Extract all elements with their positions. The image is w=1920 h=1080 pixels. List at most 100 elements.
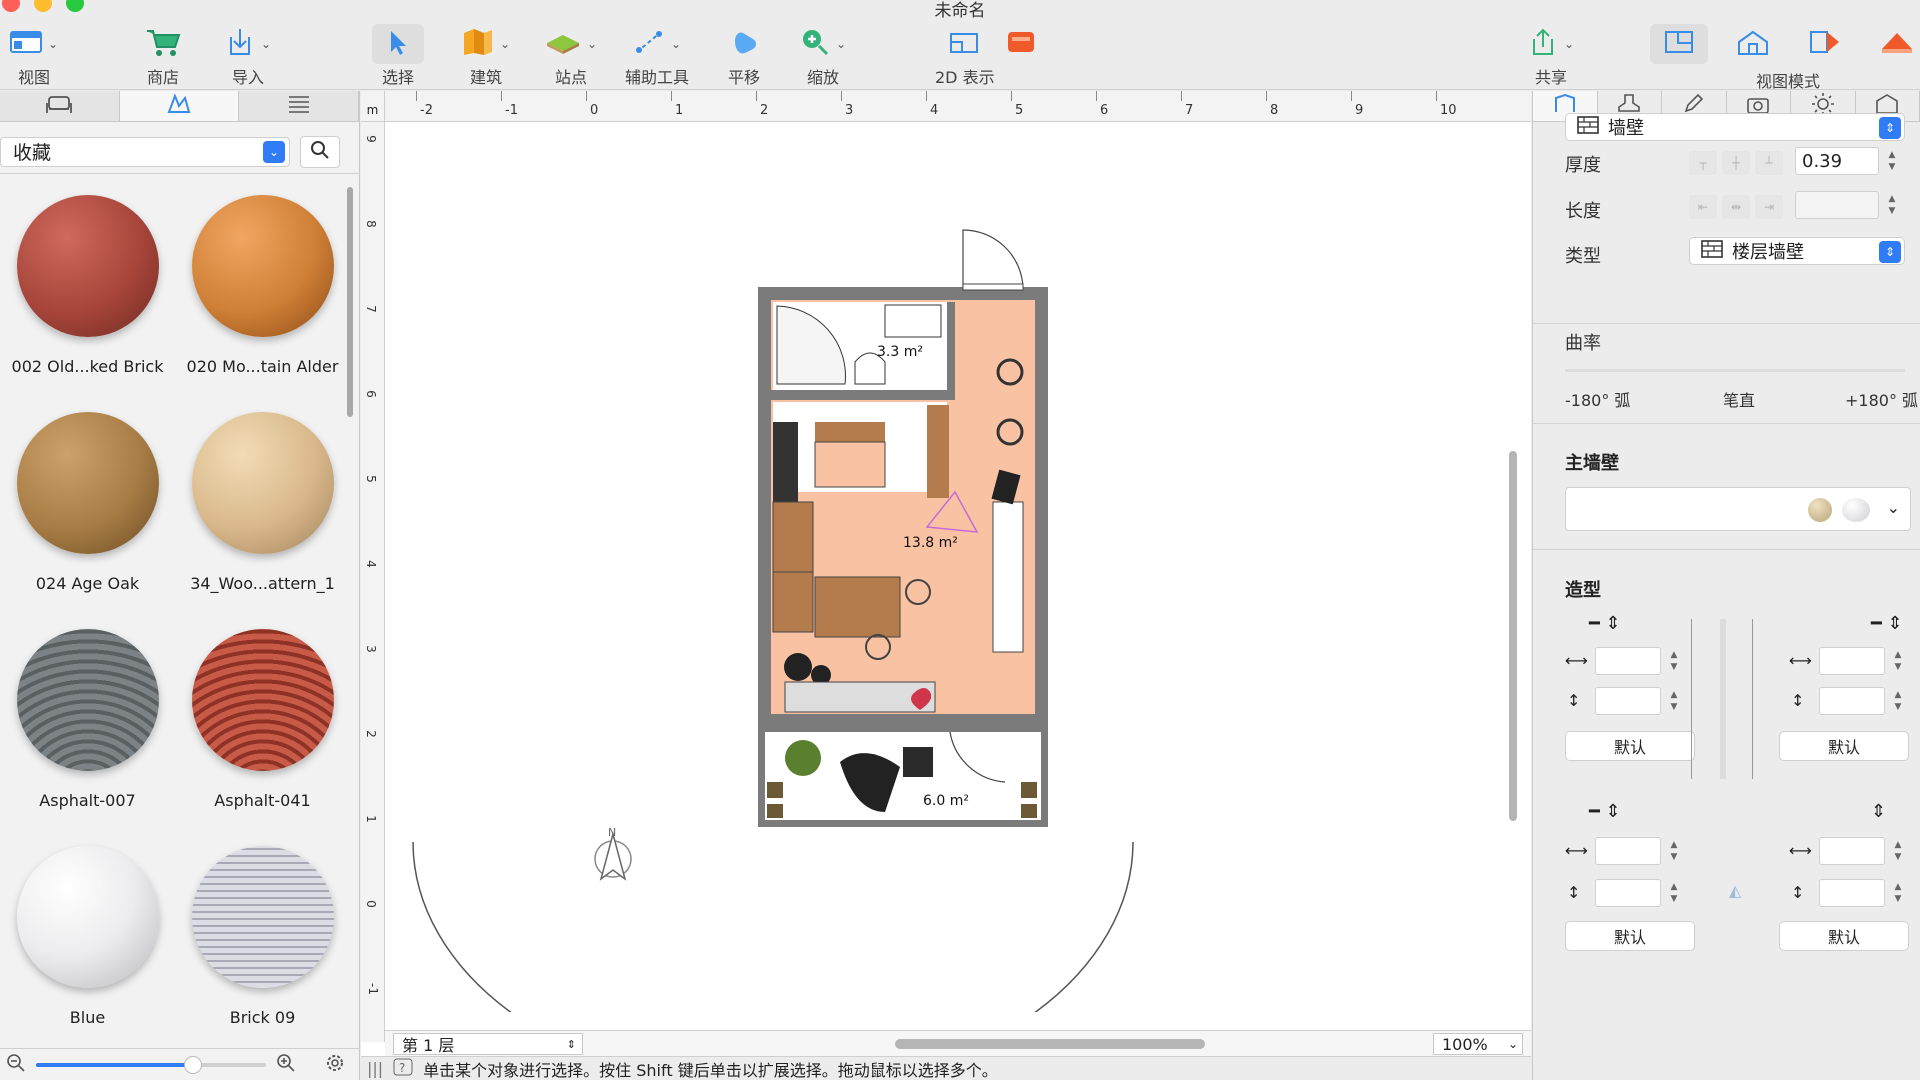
view-mode-split-button[interactable]: [1808, 24, 1842, 64]
profile-width-input[interactable]: [1819, 837, 1885, 865]
zoom-select[interactable]: 100% ⌄: [1433, 1033, 1523, 1055]
wall-bath: [771, 390, 953, 400]
profile-height-input[interactable]: [1595, 879, 1661, 907]
material-swatch: [16, 846, 159, 988]
profile-width-input[interactable]: [1595, 647, 1661, 675]
hand-icon: [729, 27, 759, 61]
material-item[interactable]: 024 Age Oak: [0, 400, 175, 617]
profile-width-stepper[interactable]: ▲ ▼: [1667, 836, 1681, 866]
desk: [814, 576, 901, 638]
profile-right-bottom-select[interactable]: ⇕: [1871, 801, 1886, 822]
material-name: 024 Age Oak: [35, 574, 140, 593]
default-button[interactable]: 默认: [1565, 921, 1695, 951]
profile-left-bottom-select[interactable]: ━ ⇕: [1589, 801, 1621, 822]
floor-plan[interactable]: 3.3 m² 13.8 m² 6.0 m² N: [385, 122, 1515, 1012]
tab-furniture[interactable]: [0, 91, 120, 121]
library-category-select[interactable]: 收藏 ⌄: [0, 136, 290, 167]
thickness-input[interactable]: 0.39: [1795, 147, 1879, 175]
material-item[interactable]: 34_Woo...attern_1: [175, 400, 350, 617]
align-top-button[interactable]: ┬: [1689, 151, 1717, 175]
store-button[interactable]: 商店: [145, 24, 181, 88]
select-tool-button[interactable]: 选择: [372, 24, 424, 88]
length-left-button[interactable]: ⇤: [1689, 195, 1717, 219]
plan-canvas[interactable]: m -2 -1 0 1 2 3 4 5 6 7 8 9 10 9 8 7 6 5 4 3 2 1 0 -1: [361, 91, 1531, 1080]
ruler-tick: [1266, 91, 1267, 101]
profile-right-top-select[interactable]: ━ ⇕: [1871, 613, 1903, 634]
canvas-horizontal-scrollbar[interactable]: [895, 1039, 1205, 1049]
view-label: 视图: [18, 68, 51, 87]
view-button[interactable]: ⌄ 视图: [10, 24, 58, 88]
tab-list[interactable]: [239, 91, 360, 121]
site-tool-button[interactable]: ⌄ 站点: [545, 24, 597, 88]
wall-type-select[interactable]: 楼层墙壁 ⇕: [1689, 237, 1905, 265]
library-scrollbar[interactable]: [347, 187, 353, 417]
chevron-updown-icon: ⇕: [1879, 241, 1901, 263]
floor-select[interactable]: 第 1 层 ⇕: [393, 1033, 583, 1055]
default-button[interactable]: 默认: [1779, 921, 1909, 951]
length-stepper[interactable]: ▲ ▼: [1885, 190, 1899, 220]
share-button[interactable]: ⌄ 共享: [1528, 24, 1574, 88]
material-swatch: [16, 629, 159, 771]
thumbnail-size-slider[interactable]: [36, 1055, 266, 1074]
panel-toggle-icon[interactable]: |||: [367, 1059, 383, 1078]
profile-height-stepper[interactable]: ▲ ▼: [1891, 686, 1905, 716]
2d-view-button[interactable]: 2D 表示: [935, 24, 995, 88]
material-item[interactable]: Asphalt-041: [175, 617, 350, 834]
material-item[interactable]: 020 Mo...tain Alder: [175, 183, 350, 400]
profile-height-input[interactable]: [1819, 879, 1885, 907]
zoom-in-icon[interactable]: [276, 1053, 296, 1077]
curvature-slider[interactable]: [1565, 369, 1905, 372]
tab-materials[interactable]: [119, 91, 240, 121]
align-bottom-button[interactable]: ┴: [1755, 151, 1783, 175]
profile-width-stepper[interactable]: ▲ ▼: [1891, 836, 1905, 866]
main-wall-material-select[interactable]: ⌄: [1565, 487, 1911, 531]
profile-width-stepper[interactable]: ▲ ▼: [1891, 646, 1905, 676]
ruler-tick-label: 8: [1270, 103, 1279, 118]
view-mode-floorplan-button[interactable]: [1650, 24, 1708, 64]
height-icon: ↕: [1791, 691, 1805, 710]
build-tool-button[interactable]: ⌄ 建筑: [462, 24, 510, 88]
profile-width-input[interactable]: [1819, 647, 1885, 675]
object-type-select[interactable]: 墙壁 ⇕: [1565, 113, 1905, 141]
profile-height-stepper[interactable]: ▲ ▼: [1891, 878, 1905, 908]
helper-tool-button[interactable]: ⌄ 辅助工具: [625, 24, 689, 88]
length-right-button[interactable]: ⇥: [1755, 195, 1783, 219]
length-input[interactable]: [1795, 191, 1879, 219]
ruler-tick-label: 0: [363, 900, 378, 908]
align-center-button[interactable]: ┼: [1722, 151, 1750, 175]
help-icon[interactable]: ?: [393, 1058, 413, 1080]
default-button[interactable]: 默认: [1565, 731, 1695, 761]
profile-height-stepper[interactable]: ▲ ▼: [1667, 878, 1681, 908]
guides-icon: [633, 28, 665, 60]
profile-height-input[interactable]: [1595, 687, 1661, 715]
profile-width-input[interactable]: [1595, 837, 1661, 865]
gear-icon[interactable]: [324, 1052, 346, 1078]
pan-tool-button[interactable]: 平移: [728, 24, 760, 88]
default-button[interactable]: 默认: [1779, 731, 1909, 761]
profile-height-input[interactable]: [1819, 687, 1885, 715]
import-button[interactable]: ⌄ 导入: [225, 24, 271, 88]
length-both-button[interactable]: ⇹: [1722, 195, 1750, 219]
house-3d-icon: [1736, 28, 1770, 60]
furniture-icon: [45, 93, 73, 119]
view-mode-roof-button[interactable]: [1880, 24, 1914, 64]
material-swatch: [1842, 498, 1870, 522]
material-item[interactable]: Blue: [0, 834, 175, 1051]
profile-height-stepper[interactable]: ▲ ▼: [1667, 686, 1681, 716]
profile-width-stepper[interactable]: ▲ ▼: [1667, 646, 1681, 676]
view-mode-3d-button[interactable]: 视图模式: [1736, 24, 1820, 91]
search-button[interactable]: [300, 135, 340, 168]
ruler-tick-label: -2: [420, 103, 433, 118]
room-bath-area: 3.3 m²: [877, 344, 923, 360]
wall-profile-preview: [1691, 619, 1753, 779]
3d-view-button[interactable]: [1005, 24, 1037, 64]
profile-left-top-select[interactable]: ━ ⇕: [1589, 613, 1621, 634]
mirror-icon[interactable]: ◭: [1729, 881, 1741, 900]
thickness-stepper[interactable]: ▲ ▼: [1885, 146, 1899, 176]
material-item[interactable]: Asphalt-007: [0, 617, 175, 834]
zoom-out-icon[interactable]: [6, 1053, 26, 1077]
zoom-tool-button[interactable]: ⌄ 缩放: [800, 24, 846, 88]
canvas-vertical-scrollbar[interactable]: [1509, 451, 1517, 821]
material-item[interactable]: Brick 09: [175, 834, 350, 1051]
material-item[interactable]: 002 Old...ked Brick: [0, 183, 175, 400]
